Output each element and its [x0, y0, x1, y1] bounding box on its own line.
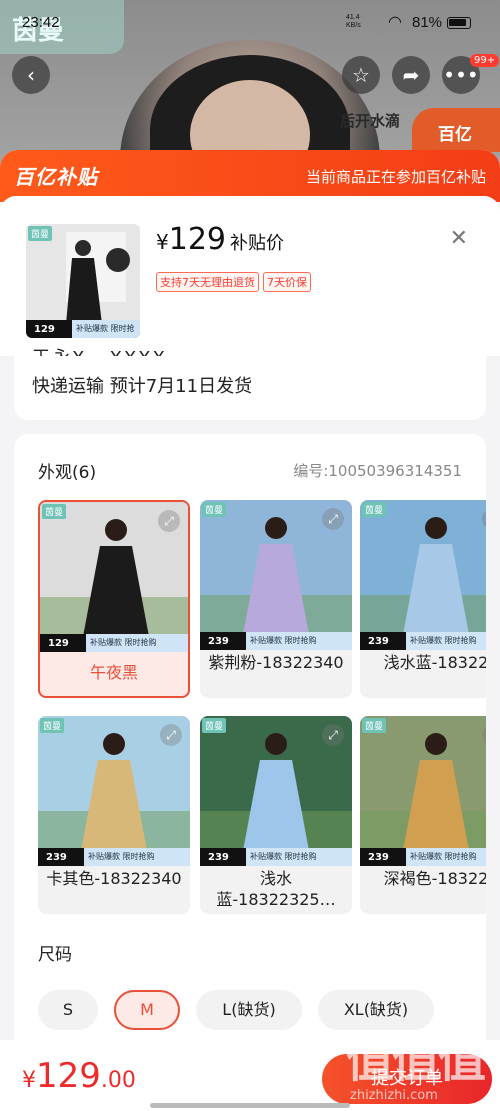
network-speed: 41.4 KB/s	[346, 14, 361, 30]
options-card: 外观(6) 编号:10050396314351 茵曼 ⤢ 129 补贴爆款 限时抢购午…	[14, 434, 486, 1074]
close-button[interactable]: ✕	[450, 226, 468, 251]
price-label: 补贴价	[230, 233, 284, 254]
variant-price-bar: 239 补贴爆款 限时抢购	[200, 848, 352, 866]
variant-price-bar: 239 补贴爆款 限时抢购	[38, 848, 190, 866]
expand-icon[interactable]: ⤢	[160, 724, 182, 746]
variant-price: 129	[48, 637, 69, 649]
thumb-price: 129	[34, 323, 55, 335]
variant-label: 浅水蓝-18322325…	[216, 869, 336, 909]
service-tags: 支持7天无理由退货 7天价保	[156, 272, 311, 292]
battery-icon	[447, 17, 471, 29]
variant-label: 卡其色-18322340	[46, 869, 182, 888]
tag-return-policy: 支持7天无理由退货	[156, 272, 259, 292]
home-indicator[interactable]	[150, 1103, 350, 1108]
tag-price-protection: 7天价保	[263, 272, 311, 292]
address-cut-text: 王永X · XXXX	[32, 344, 167, 356]
watermark-url: zhizhizhi.com	[350, 1088, 438, 1103]
subsidy-banner: 百亿补贴 当前商品正在参加百亿补贴	[0, 150, 500, 202]
variant-label: 浅水蓝-18322	[383, 653, 486, 672]
variant-option[interactable]: 茵曼 ⤢ 239 补贴爆款 限时抢购紫荆粉-18322340	[200, 500, 352, 698]
expand-icon[interactable]: ⤢	[322, 508, 344, 530]
back-button[interactable]: ‹	[12, 56, 50, 94]
expand-icon[interactable]: ⤢	[158, 510, 180, 532]
product-thumbnail[interactable]: 129 补贴爆款 限时抢购 茵曼	[26, 224, 140, 338]
subsidy-price: 129	[168, 222, 226, 257]
variant-price-bar: 239 补贴爆款 限时抢购	[360, 848, 486, 866]
variant-price: 239	[208, 851, 229, 863]
variant-label: 午夜黑	[89, 663, 138, 682]
watermark-logo: 值值值	[346, 1032, 486, 1088]
variant-subsidy-text: 补贴爆款 限时抢购	[406, 632, 486, 650]
subsidy-corner-tag: 百亿	[412, 108, 500, 152]
variant-brand-mark: 茵曼	[42, 504, 67, 519]
variant-brand-mark: 茵曼	[202, 718, 227, 733]
subsidy-banner-text: 当前商品正在参加百亿补贴	[305, 168, 486, 186]
variant-price-bar: 239 补贴爆款 限时抢购	[200, 632, 352, 650]
size-title: 尺码	[38, 945, 72, 965]
price-row: ¥129 补贴价	[156, 222, 284, 257]
thumb-subsidy-text: 补贴爆款 限时抢购	[72, 320, 140, 338]
message-badge: 99+	[470, 54, 500, 67]
variant-label: 紫荆粉-18322340	[208, 653, 344, 672]
variant-brand-mark: 茵曼	[202, 502, 227, 517]
variant-price-bar: 129 补贴爆款 限时抢购	[40, 634, 188, 652]
variant-subsidy-text: 补贴爆款 限时抢购	[84, 848, 190, 866]
subsidy-logo: 百亿补贴	[14, 165, 98, 189]
variant-price: 239	[368, 851, 389, 863]
product-code: 编号:10050396314351	[293, 462, 462, 480]
variant-option[interactable]: 茵曼⤢239补贴爆款 限时抢购深褐色-18322	[360, 716, 486, 914]
product-side-tag: 后开水滴	[340, 112, 401, 130]
thumb-price-bar: 129 补贴爆款 限时抢购	[26, 320, 140, 338]
total-int: 129	[36, 1056, 101, 1096]
variant-price: 239	[368, 635, 389, 647]
appearance-title: 外观(6)	[38, 463, 97, 483]
product-summary: 129 补贴爆款 限时抢购 茵曼 ¥129补贴价 支持7天无理由退货 7天价保 …	[0, 196, 500, 356]
total-price: ¥129.00	[22, 1056, 136, 1096]
close-icon: ✕	[449, 226, 468, 251]
variant-option[interactable]: 茵曼 ⤢ 129 补贴爆款 限时抢购 午夜黑	[38, 500, 190, 698]
expand-icon[interactable]: ⤢	[322, 724, 344, 746]
variant-photo	[360, 500, 486, 650]
variant-label: 深褐色-18322	[383, 869, 486, 888]
variant-option[interactable]: 茵曼⤢239补贴爆款 限时抢购浅水蓝-18322	[360, 500, 486, 698]
share-button[interactable]: ➦	[392, 56, 430, 94]
variant-subsidy-text: 补贴爆款 限时抢购	[246, 632, 352, 650]
variant-option[interactable]: 茵曼 ⤢ 239 补贴爆款 限时抢购卡其色-18322340	[38, 716, 190, 914]
sku-selection-sheet: 百亿补贴 当前商品正在参加百亿补贴 129 补贴爆款 限时抢购 茵曼 ¥129补…	[0, 150, 500, 1111]
total-decimal: .00	[100, 1068, 136, 1093]
total-symbol: ¥	[22, 1068, 36, 1093]
variant-grid: 茵曼 ⤢ 129 补贴爆款 限时抢购 午夜黑 茵曼 ⤢ 239 补贴爆款 限时抢购 紫荆粉-183…	[38, 500, 486, 920]
variant-price-bar: 239 补贴爆款 限时抢购	[360, 632, 486, 650]
size-option-s[interactable]: S	[38, 990, 98, 1030]
share-icon: ➦	[402, 63, 420, 87]
shipping-info: 快递运输 预计7月11日发货	[32, 376, 253, 397]
variant-brand-mark: 茵曼	[362, 718, 387, 733]
thumb-brand-mark: 茵曼	[28, 226, 53, 241]
variant-image	[360, 716, 486, 866]
watermark: 值值值 zhizhizhi.com	[346, 1020, 496, 1110]
variant-subsidy-text: 补贴爆款 限时抢购	[406, 848, 486, 866]
variant-price: 239	[208, 635, 229, 647]
favorite-button[interactable]: ☆	[342, 56, 380, 94]
variant-subsidy-text: 补贴爆款 限时抢购	[246, 848, 352, 866]
variant-brand-mark: 茵曼	[40, 718, 65, 733]
variant-subsidy-text: 补贴爆款 限时抢购	[86, 634, 188, 652]
status-bar: 23:42 41.4 KB/s ◠ 81%	[0, 8, 500, 38]
variant-image	[360, 500, 486, 650]
network-speed-unit: KB/s	[346, 22, 361, 29]
variant-price: 239	[46, 851, 67, 863]
chevron-left-icon: ‹	[27, 63, 35, 87]
battery-percent: 81%	[412, 14, 443, 31]
size-option-m[interactable]: M	[114, 990, 180, 1030]
shipping-card[interactable]: 王永X · XXXX 快递运输 预计7月11日发货	[14, 348, 486, 420]
variant-photo	[360, 716, 486, 866]
size-option-l[interactable]: L(缺货)	[196, 990, 302, 1030]
variant-option[interactable]: 茵曼 ⤢ 239 补贴爆款 限时抢购浅水蓝-18322325…	[200, 716, 352, 914]
star-icon: ☆	[352, 63, 370, 87]
network-speed-value: 41.4	[346, 14, 360, 21]
status-time: 23:42	[22, 14, 60, 31]
wifi-icon: ◠	[388, 14, 402, 31]
price-symbol: ¥	[156, 230, 169, 254]
variant-brand-mark: 茵曼	[362, 502, 387, 517]
